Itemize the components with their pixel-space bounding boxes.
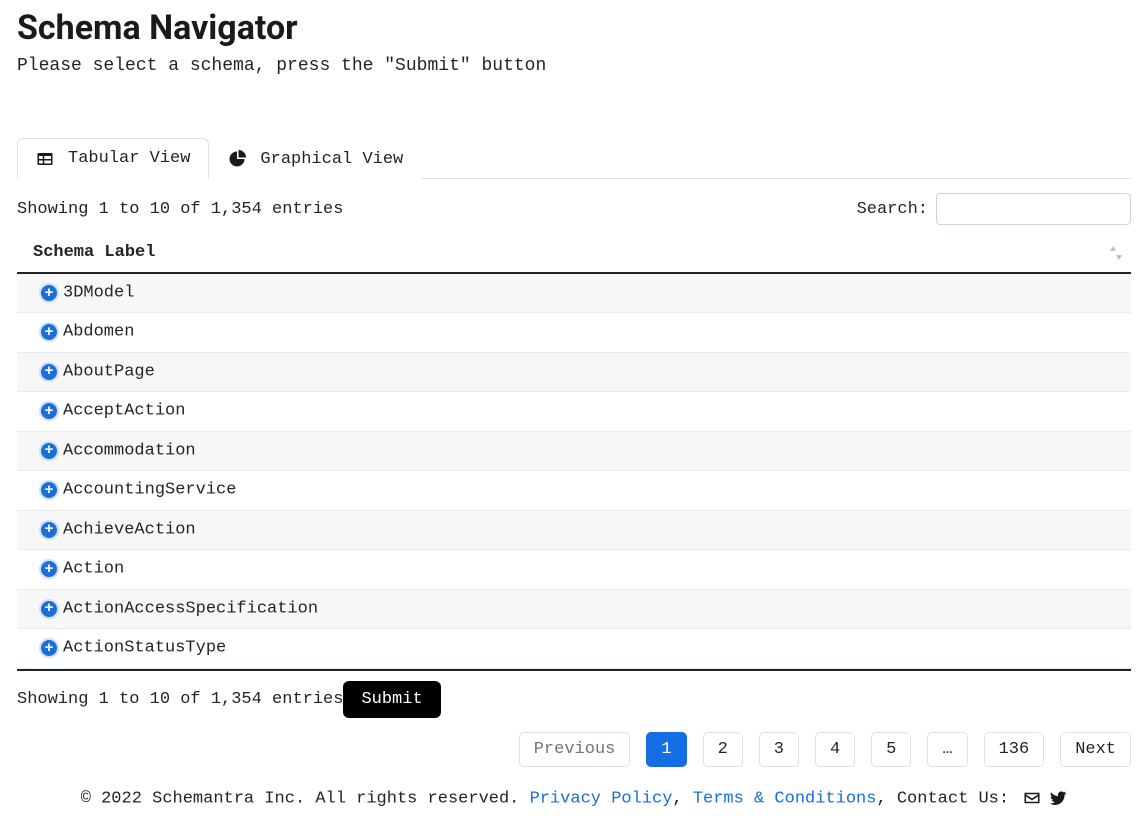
footer-privacy-link[interactable]: Privacy Policy [530, 789, 673, 808]
footer: © 2022 Schemantra Inc. All rights reserv… [17, 789, 1131, 808]
table-cell: +AchieveAction [17, 510, 1131, 549]
submit-button[interactable]: Submit [343, 681, 440, 718]
page-next[interactable]: Next [1060, 732, 1131, 767]
table-row: +Accommodation [17, 431, 1131, 470]
envelope-icon[interactable] [1023, 789, 1041, 807]
table-cell: +AccountingService [17, 471, 1131, 510]
table-cell: +Action [17, 550, 1131, 589]
twitter-icon[interactable] [1049, 789, 1067, 807]
expand-icon[interactable]: + [39, 441, 59, 461]
sort-icon [1107, 244, 1125, 262]
expand-icon[interactable]: + [39, 638, 59, 658]
table-row: +3DModel [17, 273, 1131, 313]
page-previous[interactable]: Previous [519, 732, 631, 767]
page-number[interactable]: 5 [871, 732, 911, 767]
table-row: +AchieveAction [17, 510, 1131, 549]
schema-label[interactable]: Action [63, 560, 124, 579]
table-row: +AccountingService [17, 471, 1131, 510]
schema-label[interactable]: Accommodation [63, 441, 196, 460]
table-cell: +Abdomen [17, 313, 1131, 352]
tab-graphical-label: Graphical View [260, 150, 403, 169]
schema-table: Schema Label +3DModel+Abdomen+AboutPage+… [17, 233, 1131, 669]
column-header-text: Schema Label [33, 243, 155, 262]
table-row: +Abdomen [17, 313, 1131, 352]
page-number[interactable]: 2 [703, 732, 743, 767]
page-ellipsis: … [927, 732, 967, 767]
schema-label[interactable]: AboutPage [63, 362, 155, 381]
expand-icon[interactable]: + [39, 362, 59, 382]
schema-label[interactable]: AchieveAction [63, 520, 196, 539]
schema-label[interactable]: AccountingService [63, 481, 236, 500]
table-row: +AboutPage [17, 352, 1131, 391]
tabs: Tabular View Graphical View [17, 138, 1131, 179]
page-number[interactable]: 4 [815, 732, 855, 767]
tab-tabular[interactable]: Tabular View [17, 138, 209, 179]
table-cell: +ActionStatusType [17, 629, 1131, 668]
expand-icon[interactable]: + [39, 480, 59, 500]
expand-icon[interactable]: + [39, 599, 59, 619]
chart-pie-icon [228, 150, 246, 168]
page-subtitle: Please select a schema, press the "Submi… [17, 56, 1131, 76]
schema-label[interactable]: ActionStatusType [63, 639, 226, 658]
table-row: +Action [17, 550, 1131, 589]
table-info-top: Showing 1 to 10 of 1,354 entries [17, 200, 343, 219]
tab-tabular-label: Tabular View [68, 149, 190, 168]
expand-icon[interactable]: + [39, 322, 59, 342]
page-number[interactable]: 136 [984, 732, 1045, 767]
table-row: +AcceptAction [17, 392, 1131, 431]
table-icon [36, 150, 54, 168]
expand-icon[interactable]: + [39, 401, 59, 421]
table-cell: +ActionAccessSpecification [17, 589, 1131, 628]
column-header-schema-label[interactable]: Schema Label [17, 233, 1131, 273]
schema-label[interactable]: ActionAccessSpecification [63, 599, 318, 618]
schema-label[interactable]: AcceptAction [63, 402, 185, 421]
expand-icon[interactable]: + [39, 283, 59, 303]
schema-label[interactable]: 3DModel [63, 284, 134, 303]
search-wrap: Search: [857, 193, 1131, 225]
pagination: Previous 12345 … 136 Next [17, 732, 1131, 767]
search-label: Search: [857, 200, 928, 219]
footer-copyright: © 2022 Schemantra Inc. All rights reserv… [81, 789, 530, 808]
expand-icon[interactable]: + [39, 559, 59, 579]
expand-icon[interactable]: + [39, 520, 59, 540]
page-number[interactable]: 1 [646, 732, 686, 767]
table-cell: +3DModel [17, 273, 1131, 313]
footer-terms-link[interactable]: Terms & Conditions [693, 789, 877, 808]
table-row: +ActionAccessSpecification [17, 589, 1131, 628]
schema-label[interactable]: Abdomen [63, 323, 134, 342]
table-cell: +AcceptAction [17, 392, 1131, 431]
footer-sep1: , [672, 789, 692, 808]
footer-sep2: , Contact Us: [876, 789, 1019, 808]
search-input[interactable] [936, 193, 1131, 225]
tab-graphical[interactable]: Graphical View [209, 138, 422, 179]
table-row: +ActionStatusType [17, 629, 1131, 668]
table-info-bottom: Showing 1 to 10 of 1,354 entries [17, 690, 343, 709]
table-cell: +AboutPage [17, 352, 1131, 391]
page-number[interactable]: 3 [759, 732, 799, 767]
table-cell: +Accommodation [17, 431, 1131, 470]
page-title: Schema Navigator [17, 8, 1131, 48]
